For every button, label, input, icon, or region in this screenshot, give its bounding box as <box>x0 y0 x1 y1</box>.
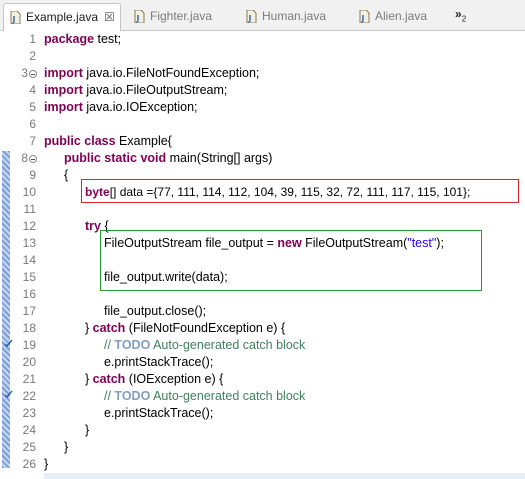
java-file-icon: J <box>10 11 21 24</box>
code-line-26: } <box>44 457 49 471</box>
svg-text:J: J <box>248 14 252 23</box>
code-text: (IOException e) { <box>125 372 224 386</box>
line-number: 7 <box>29 134 36 148</box>
line-number: 6 <box>29 117 36 131</box>
code-text: } <box>85 321 93 335</box>
code-line-21: } catch (IOException e) { <box>85 371 223 388</box>
line-number: 23 <box>22 406 36 420</box>
keyword: catch <box>92 321 126 335</box>
code-text: java.io.IOException; <box>82 100 198 114</box>
code-text: java.io.FileOutputStream; <box>82 83 228 97</box>
editor-bottom-strip <box>44 473 525 479</box>
keyword: public <box>64 151 101 165</box>
line-number: 19 <box>22 338 36 352</box>
line-number: 1 <box>29 32 36 46</box>
code-line-22: // TODO Auto-generated catch block <box>104 388 305 405</box>
code-text: java.io.FileNotFoundException; <box>82 66 260 80</box>
overflow-chevron-icon: » <box>455 7 462 21</box>
code-text: Example{ <box>115 134 172 148</box>
keyword: package <box>44 32 95 46</box>
line-number: 24 <box>22 423 36 437</box>
code-line-8: public static void main(String[] args) <box>64 150 272 167</box>
highlight-box-file-output <box>100 230 482 291</box>
close-tab-icon[interactable]: ☒ <box>104 4 115 31</box>
tab-overflow-button[interactable]: »2 <box>455 4 466 29</box>
keyword: static <box>104 151 137 165</box>
fold-toggle-icon[interactable] <box>29 155 37 163</box>
line-number: 2 <box>29 49 36 63</box>
highlight-box-byte-array <box>81 179 519 203</box>
line-number: 21 <box>22 372 36 386</box>
code-line-24: } <box>85 423 90 437</box>
todo-tag: TODO <box>114 338 151 352</box>
editor-tab-bar: J Example.java ☒ J Fighter.java J Human.… <box>0 0 525 31</box>
editor-gutter: 1 2 3 4 5 6 7 8 9 10 11 12 13 14 15 16 1… <box>0 31 40 479</box>
line-number: 3 <box>21 66 28 80</box>
tab-alien-java[interactable]: J Alien.java <box>353 3 448 30</box>
code-line-17: file_output.close(); <box>104 304 207 318</box>
comment: // <box>104 338 115 352</box>
code-line-19: // TODO Auto-generated catch block <box>104 337 305 354</box>
java-file-icon: J <box>359 10 370 23</box>
line-number: 5 <box>29 100 36 114</box>
line-number: 16 <box>22 287 36 301</box>
line-number: 25 <box>22 440 36 454</box>
code-line-5: import java.io.IOException; <box>44 99 198 116</box>
line-number: 9 <box>29 168 36 182</box>
tab-label: Alien.java <box>375 9 428 23</box>
code-line-9: { <box>64 168 69 182</box>
svg-text:J: J <box>12 15 16 24</box>
keyword: class <box>84 134 116 148</box>
keyword: public <box>44 134 81 148</box>
line-number: 12 <box>22 219 36 233</box>
code-line-3: import java.io.FileNotFoundException; <box>44 65 259 82</box>
comment: // <box>104 389 115 403</box>
overflow-count: 2 <box>461 14 467 24</box>
tab-label: Example.java <box>26 10 99 24</box>
keyword: import <box>44 100 83 114</box>
keyword: try <box>85 219 101 233</box>
comment: Auto-generated catch block <box>150 338 306 352</box>
java-file-icon: J <box>246 10 257 23</box>
code-line-20: e.printStackTrace(); <box>104 355 214 369</box>
code-line-7: public class Example{ <box>44 133 172 150</box>
code-text: main(String[] args) <box>166 151 273 165</box>
tab-human-java[interactable]: J Human.java <box>240 3 340 30</box>
line-number: 11 <box>23 202 36 216</box>
comment: Auto-generated catch block <box>150 389 306 403</box>
tab-example-java[interactable]: J Example.java ☒ <box>3 3 121 31</box>
line-number: 22 <box>22 389 36 403</box>
line-number: 4 <box>29 83 36 97</box>
code-line-18: } catch (FileNotFoundException e) { <box>85 320 285 337</box>
fold-toggle-icon[interactable] <box>29 70 37 78</box>
code-text: test; <box>94 32 122 46</box>
line-number: 15 <box>22 270 36 284</box>
keyword: catch <box>92 372 126 386</box>
java-file-icon: J <box>134 10 145 23</box>
line-number: 20 <box>22 355 36 369</box>
line-number: 13 <box>22 236 36 250</box>
line-number: 17 <box>22 304 36 318</box>
line-number: 26 <box>22 457 36 471</box>
line-number: 8 <box>21 151 28 165</box>
code-line-23: e.printStackTrace(); <box>104 406 214 420</box>
code-text: (FileNotFoundException e) { <box>125 321 286 335</box>
keyword: void <box>140 151 167 165</box>
tab-label: Human.java <box>262 9 327 23</box>
line-number: 14 <box>22 253 36 267</box>
svg-text:J: J <box>136 14 140 23</box>
code-line-25: } <box>64 440 69 454</box>
code-line-1: package test; <box>44 31 121 48</box>
keyword: import <box>44 66 83 80</box>
tab-fighter-java[interactable]: J Fighter.java <box>128 3 228 30</box>
line-number: 10 <box>22 185 36 199</box>
todo-tag: TODO <box>114 389 151 403</box>
tab-label: Fighter.java <box>150 9 213 23</box>
line-number: 18 <box>22 321 36 335</box>
code-line-4: import java.io.FileOutputStream; <box>44 82 227 99</box>
code-text: } <box>85 372 93 386</box>
keyword: import <box>44 83 83 97</box>
svg-text:J: J <box>361 14 365 23</box>
